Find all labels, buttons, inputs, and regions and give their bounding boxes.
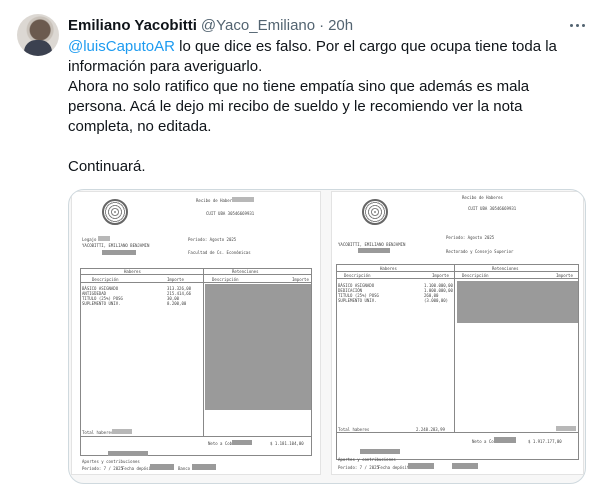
mention-link[interactable]: @luisCaputoAR xyxy=(68,38,175,55)
payslip-cuit: CUIT UBA 30546669931 xyxy=(206,211,255,216)
column-descripcion-ret: Descripción xyxy=(462,273,489,278)
tweet-line-3: Ahora no solo ratifico que no tiene empa… xyxy=(68,78,530,95)
total-value: 2.248.283,99 xyxy=(416,427,445,432)
more-options-button[interactable] xyxy=(566,14,588,36)
redaction-block-large xyxy=(205,284,311,410)
more-horizontal-icon-dot xyxy=(581,23,585,27)
column-importe-ret: Importe xyxy=(292,277,309,282)
item-amount: (3.000,00) xyxy=(424,298,449,303)
payslip-name: YACOBITTI, EMILIANO BENJAMIN xyxy=(82,243,150,248)
redaction-block xyxy=(102,250,136,255)
table-rule xyxy=(80,282,312,283)
table-divider xyxy=(203,268,204,436)
redaction-block xyxy=(108,451,148,456)
footer-period: Período: 7 / 2025 xyxy=(82,466,123,471)
redaction-block xyxy=(98,236,110,241)
redaction-block xyxy=(232,440,252,445)
tweet-line-6: Continuará. xyxy=(68,158,146,175)
university-seal-icon xyxy=(362,199,388,225)
tweet-line-1: @luisCaputoAR lo que dice es falso. Por … xyxy=(68,37,588,57)
payslip-name: YACOBITTI, EMILIANO BENJAMIN xyxy=(338,242,406,247)
total-value: $ 1.181.104,00 xyxy=(270,441,304,446)
payslip-period: Período: Agosto 2025 xyxy=(446,235,495,240)
column-haberes: Haberes xyxy=(124,269,141,274)
column-descripcion-ret: Descripción xyxy=(212,277,239,282)
redaction-block xyxy=(494,437,516,443)
footer-bank: Banco xyxy=(178,466,191,471)
item-amount: 8.200,00 xyxy=(167,301,187,306)
more-horizontal-icon-dot xyxy=(575,23,579,27)
redaction-block xyxy=(408,463,434,469)
redaction-block xyxy=(112,429,132,434)
column-retenciones: Retenciones xyxy=(232,269,259,274)
tweet-timestamp[interactable]: 20h xyxy=(328,17,353,34)
payslip-title: Recibo de Haberes xyxy=(196,198,237,203)
tweet-text-segment: lo que dice es falso. Por el cargo que o… xyxy=(174,38,557,55)
tweet-header: Emiliano Yacobitti @Yaco_Emiliano · 20h xyxy=(68,15,353,35)
table-divider xyxy=(454,264,455,432)
column-retenciones: Retenciones xyxy=(492,266,519,271)
redaction-block xyxy=(358,248,390,253)
tweet-line-5: completa, no editada. xyxy=(68,118,212,135)
tweet-media-image[interactable]: Recibo de Haberes CUIT UBA 30546669931 L… xyxy=(68,189,586,484)
item-description: SUPLEMENTO UNIV. xyxy=(82,301,121,306)
separator-dot: · xyxy=(319,16,325,34)
payslip-title: Recibo de Haberes xyxy=(462,195,503,200)
redaction-block xyxy=(232,197,254,202)
column-haberes: Haberes xyxy=(380,266,397,271)
avatar-figure xyxy=(24,40,52,56)
total-label: Total haberes xyxy=(82,430,114,435)
footer-period: Período: 7 / 2025 xyxy=(338,465,379,470)
more-horizontal-icon xyxy=(569,23,573,27)
footer-label: Aportes y contribuciones xyxy=(82,459,140,464)
payslip-document-left: Recibo de Haberes CUIT UBA 30546669931 L… xyxy=(72,192,320,474)
author-handle[interactable]: @Yaco_Emiliano xyxy=(201,17,315,34)
table-rule xyxy=(336,278,579,279)
redaction-block xyxy=(360,449,400,454)
redaction-block xyxy=(150,464,174,470)
payslip-legajo: Legajo xyxy=(82,237,97,242)
university-seal-icon xyxy=(102,199,128,225)
payslip-cuit: CUIT UBA 30546669931 xyxy=(468,206,517,211)
column-descripcion: Descripción xyxy=(344,273,371,278)
redaction-block-large xyxy=(457,281,578,323)
payslip-office: Rectorado y Consejo Superior xyxy=(446,249,514,254)
table-rule xyxy=(80,274,312,275)
table-rule xyxy=(80,436,312,437)
tweet-line-2: información para averiguarlo. xyxy=(68,58,263,75)
item-description: SUPLEMENTO UNIV. xyxy=(338,298,377,303)
footer-label: Aportes y contribuciones xyxy=(338,457,396,462)
footer-date-label: Fecha depósito xyxy=(378,465,412,470)
payslip-period: Período: Agosto 2025 xyxy=(188,237,237,242)
redaction-block xyxy=(556,426,576,431)
payslip-document-right: Recibo de Haberes CUIT UBA 30546669931 Y… xyxy=(332,192,583,474)
author-display-name[interactable]: Emiliano Yacobitti xyxy=(68,17,197,34)
payslip-faculty: Facultad de Cs. Económicas xyxy=(188,250,251,255)
table-rule xyxy=(336,271,579,272)
column-importe: Importe xyxy=(432,273,449,278)
redaction-block xyxy=(192,464,216,470)
paragraph-break xyxy=(68,137,588,157)
column-importe-ret: Importe xyxy=(556,273,573,278)
net-value: $ 1.917.177,00 xyxy=(528,439,562,444)
total-label: Total haberes xyxy=(338,427,370,432)
column-descripcion: Descripción xyxy=(92,277,119,282)
avatar[interactable] xyxy=(17,14,59,56)
tweet-line-4: persona. Acá le dejo mi recibo de sueldo… xyxy=(68,98,523,115)
tweet: Emiliano Yacobitti @Yaco_Emiliano · 20h … xyxy=(0,0,599,484)
redaction-block xyxy=(452,463,478,469)
table-rule xyxy=(336,432,579,433)
tweet-body: @luisCaputoAR lo que dice es falso. Por … xyxy=(68,37,588,177)
column-importe: Importe xyxy=(167,277,184,282)
